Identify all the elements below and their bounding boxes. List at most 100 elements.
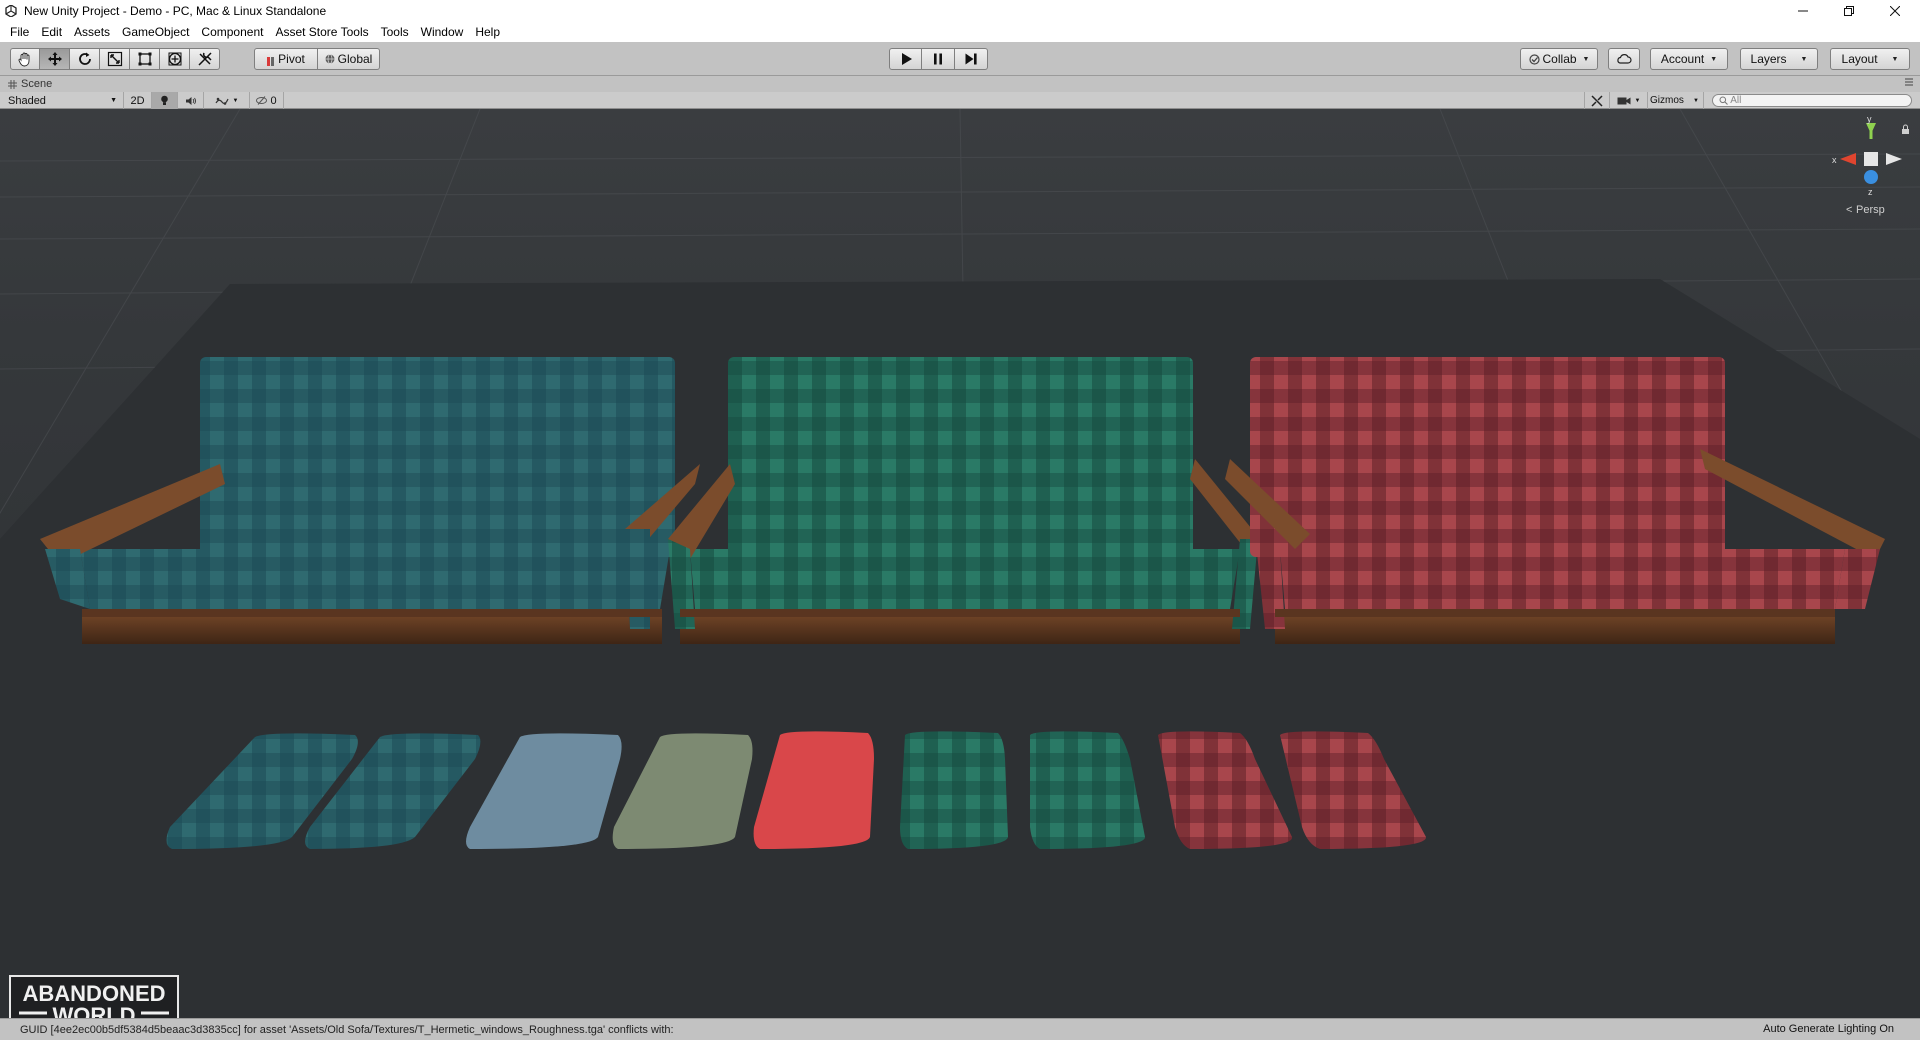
pivot-button[interactable]: Pivot (254, 48, 318, 70)
menu-bar: File Edit Assets GameObject Component As… (0, 22, 1920, 42)
pivot-global-group: Pivot Global (254, 48, 380, 70)
chevron-down-icon: ▼ (1693, 97, 1699, 104)
camera-dropdown[interactable]: ▼ (1610, 92, 1648, 109)
pivot-icon (267, 55, 275, 66)
menu-tools[interactable]: Tools (375, 22, 415, 42)
menu-window[interactable]: Window (415, 22, 470, 42)
scene-grid-icon (8, 79, 17, 89)
search-placeholder: All (1730, 95, 1742, 106)
layout-dropdown[interactable]: Layout ▼ (1830, 48, 1910, 70)
layers-group: Layers ▼ (1740, 48, 1818, 70)
mode-2d-toggle[interactable]: 2D (124, 92, 152, 109)
perspective-arrow-icon: < (1846, 204, 1852, 216)
eye-slash-icon (256, 96, 268, 105)
layout-label: Layout (1841, 52, 1878, 66)
tools-icon (1591, 94, 1603, 107)
effects-dropdown[interactable]: ▼ (204, 92, 250, 109)
cushions-row (166, 731, 1427, 849)
lighting-toggle[interactable] (152, 92, 178, 109)
global-label: Global (337, 52, 373, 66)
rotate-icon[interactable] (70, 48, 100, 70)
axis-x-label: x (1832, 155, 1837, 165)
chevron-down-icon: ▼ (1710, 55, 1718, 63)
mode-2d-label: 2D (130, 94, 145, 107)
account-group: Account ▼ (1650, 48, 1728, 70)
cloud-button[interactable] (1608, 48, 1640, 70)
menu-file[interactable]: File (4, 22, 35, 42)
check-circle-icon (1528, 53, 1540, 65)
shading-mode-label: Shaded (8, 94, 46, 107)
console-status-message[interactable]: GUID [4ee2ec00b5df5384d5beaac3d3835cc] f… (20, 1024, 674, 1036)
pivot-label: Pivot (278, 52, 305, 66)
move-icon[interactable] (40, 48, 70, 70)
status-bar: GUID [4ee2ec00b5df5384d5beaac3d3835cc] f… (0, 1018, 1920, 1040)
account-dropdown[interactable]: Account ▼ (1650, 48, 1728, 70)
sofa-green[interactable] (668, 357, 1260, 644)
scene-tab[interactable]: Scene (0, 76, 1920, 92)
hidden-objects-toggle[interactable]: 0 (250, 92, 284, 109)
auto-lighting-status[interactable]: Auto Generate Lighting On (1763, 1023, 1894, 1035)
layers-label: Layers (1750, 52, 1787, 66)
global-button[interactable]: Global (318, 48, 380, 70)
axis-z-label: z (1868, 187, 1873, 197)
menu-assets[interactable]: Assets (68, 22, 116, 42)
collab-label: Collab (1542, 52, 1577, 66)
chevron-down-icon: ▼ (1582, 55, 1590, 63)
play-icon[interactable] (889, 48, 922, 70)
step-icon[interactable] (955, 48, 988, 70)
chevron-down-icon: ▼ (1634, 97, 1641, 104)
scale-icon[interactable] (100, 48, 130, 70)
cloud-icon (1616, 53, 1632, 65)
play-controls (889, 48, 988, 70)
menu-component[interactable]: Component (195, 22, 269, 42)
shading-mode-dropdown[interactable]: Shaded ▼ (0, 92, 124, 109)
effects-icon (215, 96, 229, 106)
layout-group: Layout ▼ (1830, 48, 1910, 70)
rect-tool-icon[interactable] (130, 48, 160, 70)
cloud-group (1608, 48, 1640, 70)
cushion-6[interactable] (900, 731, 1008, 849)
chevron-down-icon: ▼ (1800, 55, 1808, 63)
scene-search-input[interactable]: All (1712, 94, 1912, 107)
menu-edit[interactable]: Edit (35, 22, 68, 42)
hidden-count: 0 (270, 94, 277, 107)
axis-y-label: y (1867, 114, 1872, 124)
unity-logo-icon (4, 4, 18, 18)
speaker-icon (185, 96, 197, 106)
chevron-down-icon: ▼ (1891, 55, 1899, 63)
menu-gameobject[interactable]: GameObject (116, 22, 195, 42)
scene-tools-toggle[interactable] (1584, 92, 1610, 109)
restore-icon[interactable] (1826, 0, 1872, 22)
scene-tab-label: Scene (21, 78, 53, 90)
collab-dropdown[interactable]: Collab ▼ (1520, 48, 1598, 70)
window-title: New Unity Project - Demo - PC, Mac & Lin… (24, 4, 327, 18)
scene-toolbar: Shaded ▼ 2D ▼ 0 ▼ Gizmos ▼ All (0, 92, 1920, 109)
menu-help[interactable]: Help (469, 22, 506, 42)
globe-icon (325, 54, 335, 64)
menu-asset-store-tools[interactable]: Asset Store Tools (269, 22, 374, 42)
transform-tools (10, 48, 220, 70)
title-bar: New Unity Project - Demo - PC, Mac & Lin… (0, 0, 1920, 22)
lightbulb-icon (160, 95, 169, 106)
audio-toggle[interactable] (178, 92, 204, 109)
minimize-icon[interactable] (1780, 0, 1826, 22)
tab-menu-icon[interactable] (1904, 78, 1914, 88)
pause-icon[interactable] (922, 48, 955, 70)
scene-render: y x z Persp < (0, 109, 1920, 1018)
chevron-down-icon: ▼ (110, 97, 117, 104)
scene-viewport[interactable]: y x z Persp < (0, 109, 1920, 1018)
gizmos-label: Gizmos (1650, 95, 1684, 106)
projection-label[interactable]: Persp (1856, 204, 1885, 216)
chevron-down-icon: ▼ (232, 97, 239, 104)
custom-tool-icon[interactable] (190, 48, 220, 70)
camera-icon (1617, 96, 1631, 106)
search-icon (1719, 96, 1728, 105)
transform-tool-icon[interactable] (160, 48, 190, 70)
close-icon[interactable] (1872, 0, 1918, 22)
collab-group: Collab ▼ (1520, 48, 1598, 70)
main-toolbar: Pivot Global Collab ▼ Account ▼ Layers ▼… (0, 42, 1920, 76)
layers-dropdown[interactable]: Layers ▼ (1740, 48, 1818, 70)
gizmos-dropdown[interactable]: Gizmos ▼ (1648, 92, 1704, 109)
account-label: Account (1660, 52, 1705, 66)
hand-icon[interactable] (10, 48, 40, 70)
